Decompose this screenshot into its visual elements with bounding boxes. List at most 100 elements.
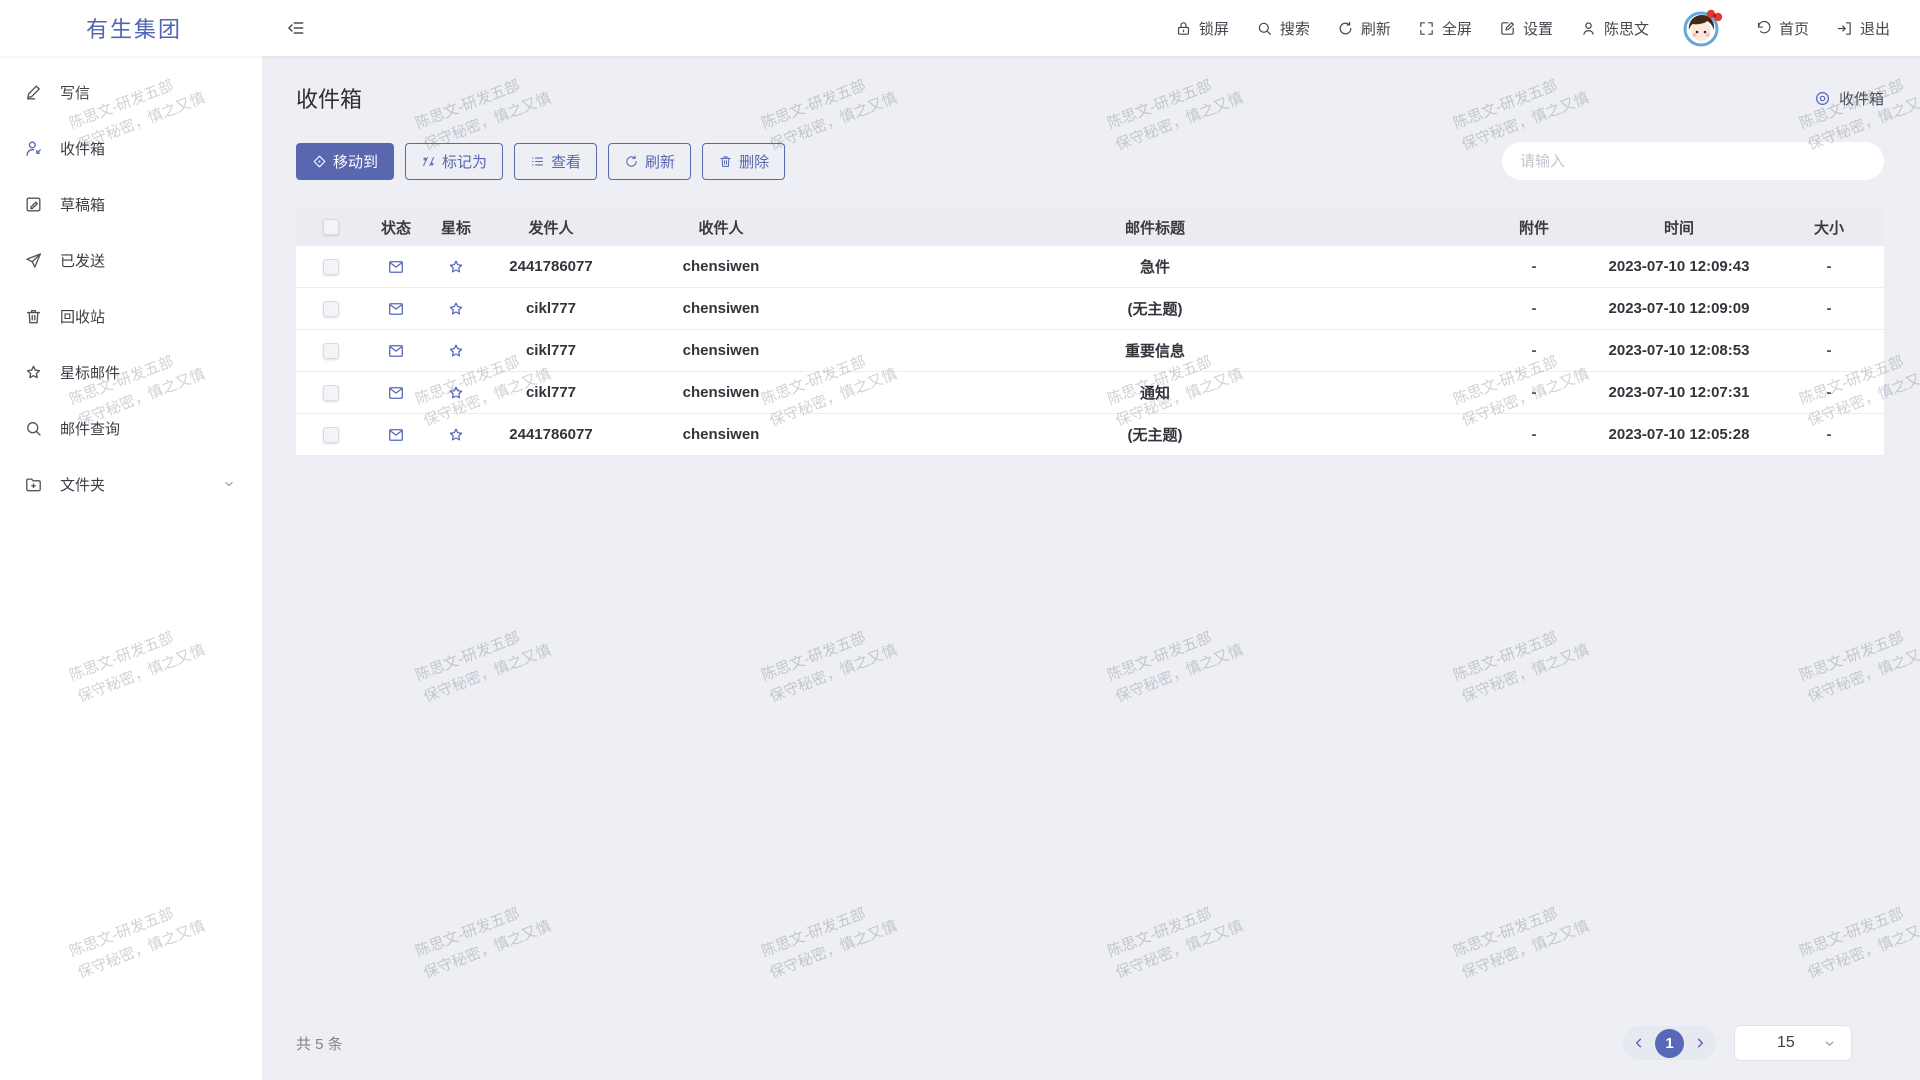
main-content: 收件箱 收件箱 移动到 标记为 查看 刷新 删除 状态星标发件人收件人邮件标题 [262,56,1920,1080]
sidebar-item-sent[interactable]: 已发送 [0,232,262,288]
next-page-button[interactable] [1693,1036,1707,1050]
search-icon [24,419,43,438]
row-checkbox-cell [296,427,366,443]
menu-fold-icon [286,18,306,38]
refresh-button[interactable]: 刷新 [1337,18,1391,39]
row-checkbox[interactable] [323,385,339,401]
user-menu[interactable]: 陈思文 [1580,18,1649,39]
unread-mail-icon [387,342,405,360]
sidebar-item-drafts[interactable]: 草稿箱 [0,176,262,232]
page-title: 收件箱 [296,82,362,114]
mark-as-button[interactable]: 标记为 [405,143,503,180]
move-to-label: 移动到 [333,151,378,172]
page-header: 收件箱 收件箱 [262,56,1920,114]
settings-button[interactable]: 设置 [1499,18,1553,39]
star-icon[interactable] [447,426,465,444]
home-button[interactable]: 首页 [1755,18,1809,39]
cell-subject: 急件 [826,256,1484,277]
cell-attachment: - [1484,342,1584,359]
sidebar-item-search[interactable]: 邮件查询 [0,400,262,456]
cell-recipient: chensiwen [616,342,826,359]
mail-row[interactable]: cikl777chensiwen(无主题)-2023-07-10 12:09:0… [296,288,1884,330]
sidebar: 写信收件箱草稿箱已发送回收站星标邮件邮件查询文件夹 [0,56,262,1080]
mail-row[interactable]: 2441786077chensiwen急件-2023-07-10 12:09:4… [296,246,1884,288]
cell-attachment: - [1484,258,1584,275]
row-checkbox[interactable] [323,301,339,317]
delete-button[interactable]: 删除 [702,143,785,180]
row-checkbox[interactable] [323,427,339,443]
cell-recipient: chensiwen [616,426,826,443]
sidebar-item-folders[interactable]: 文件夹 [0,456,262,512]
draft-icon [24,195,43,214]
unread-mail-icon [387,384,405,402]
star-icon[interactable] [447,384,465,402]
mail-row[interactable]: 2441786077chensiwen(无主题)-2023-07-10 12:0… [296,414,1884,456]
header-checkbox-cell [296,219,366,235]
settings-label: 设置 [1523,18,1553,39]
row-checkbox-cell [296,343,366,359]
row-checkbox[interactable] [323,343,339,359]
row-checkbox[interactable] [323,259,339,275]
refresh-list-button[interactable]: 刷新 [608,143,691,180]
fullscreen-button[interactable]: 全屏 [1418,18,1472,39]
refresh-icon [1337,20,1354,37]
refresh-label: 刷新 [1361,18,1391,39]
location-pin-icon [1814,90,1831,107]
col-header-recipient: 收件人 [616,217,826,238]
breadcrumb-label: 收件箱 [1839,88,1884,109]
view-button[interactable]: 查看 [514,143,597,180]
cell-star [426,300,486,318]
username-label: 陈思文 [1604,18,1649,39]
cell-star [426,342,486,360]
cell-size: - [1774,258,1884,275]
cell-sender: cikl777 [486,342,616,359]
mail-row[interactable]: cikl777chensiwen重要信息-2023-07-10 12:08:53… [296,330,1884,372]
sidebar-item-inbox[interactable]: 收件箱 [0,120,262,176]
move-icon [312,154,327,169]
home-label: 首页 [1779,18,1809,39]
search-input[interactable] [1502,142,1884,180]
star-icon[interactable] [447,342,465,360]
avatar[interactable] [1680,6,1724,50]
prev-page-button[interactable] [1632,1036,1646,1050]
sidebar-item-label: 写信 [60,82,90,103]
logout-button[interactable]: 退出 [1836,18,1890,39]
cell-time: 2023-07-10 12:09:43 [1584,258,1774,275]
mail-row[interactable]: cikl777chensiwen通知-2023-07-10 12:07:31- [296,372,1884,414]
fullscreen-label: 全屏 [1442,18,1472,39]
chevron-down-icon [222,477,236,491]
current-page-button[interactable]: 1 [1655,1029,1684,1058]
cell-recipient: chensiwen [616,258,826,275]
user-icon [1580,20,1597,37]
cell-sender: 2441786077 [486,426,616,443]
lock-screen-label: 锁屏 [1199,18,1229,39]
cell-star [426,426,486,444]
cell-recipient: chensiwen [616,384,826,401]
cell-star [426,384,486,402]
chevron-down-icon [1823,1037,1836,1050]
move-to-button[interactable]: 移动到 [296,143,394,180]
lock-screen-button[interactable]: 锁屏 [1175,18,1229,39]
page-size-select[interactable]: 15 [1734,1025,1852,1061]
sidebar-item-compose[interactable]: 写信 [0,64,262,120]
topbar: 有生集团 锁屏 搜索 刷新 全屏 设置 陈思文 [0,0,1920,56]
sidebar-item-starred[interactable]: 星标邮件 [0,344,262,400]
star-icon[interactable] [447,258,465,276]
row-checkbox-cell [296,385,366,401]
delete-label: 删除 [739,151,769,172]
col-header-size: 大小 [1774,217,1884,238]
cell-time: 2023-07-10 12:07:31 [1584,384,1774,401]
search-label: 搜索 [1280,18,1310,39]
search-button[interactable]: 搜索 [1256,18,1310,39]
star-icon[interactable] [447,300,465,318]
mark-as-label: 标记为 [442,151,487,172]
col-header-status: 状态 [366,217,426,238]
logout-label: 退出 [1860,18,1890,39]
menu-fold-button[interactable] [286,18,306,38]
sidebar-item-trash[interactable]: 回收站 [0,288,262,344]
sidebar-item-label: 邮件查询 [60,418,120,439]
sidebar-nav: 写信收件箱草稿箱已发送回收站星标邮件邮件查询文件夹 [0,64,262,512]
select-all-checkbox[interactable] [323,219,339,235]
chevron-left-icon [1632,1036,1646,1050]
cell-subject: (无主题) [826,298,1484,319]
